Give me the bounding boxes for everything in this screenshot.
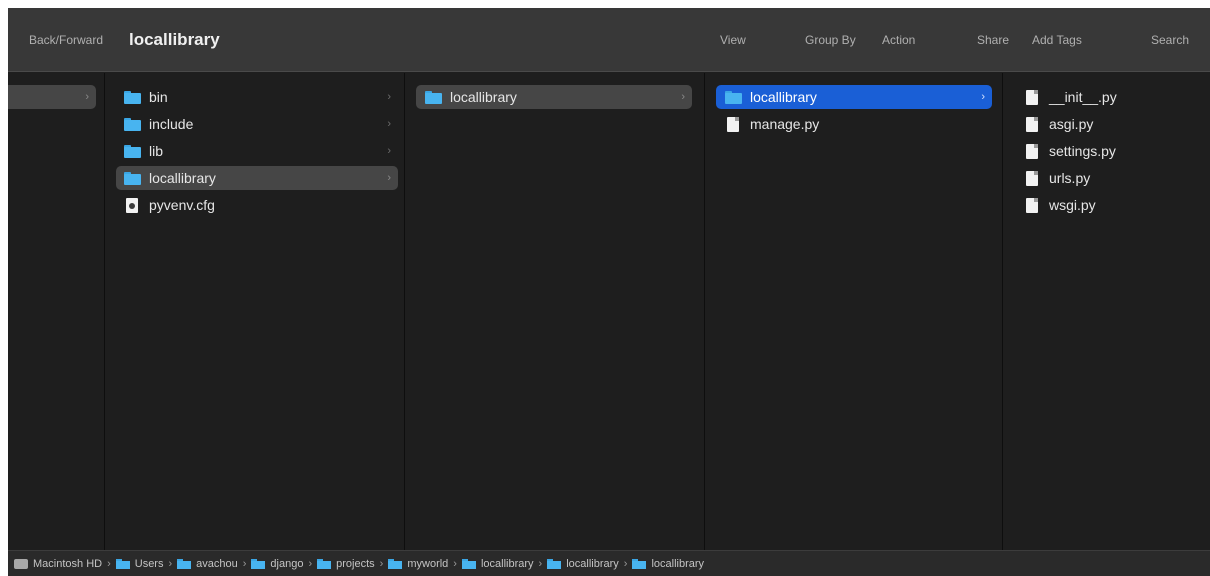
view-button[interactable]: View (720, 32, 746, 48)
path-crumb[interactable]: Users (115, 557, 164, 570)
column-1-selected-row[interactable]: › (8, 85, 96, 109)
folder-icon (388, 558, 403, 569)
action-button[interactable]: Action (882, 32, 915, 48)
folder-icon (425, 90, 442, 104)
path-separator: › (379, 557, 384, 570)
chevron-right-icon: › (85, 91, 89, 103)
list-item-selected[interactable]: locallibrary › (116, 166, 398, 190)
item-label: settings.py (1049, 143, 1116, 159)
item-label: asgi.py (1049, 116, 1094, 132)
path-crumb[interactable]: locallibrary (632, 558, 704, 570)
path-crumb-label: projects (336, 557, 375, 570)
config-file-icon (126, 197, 138, 213)
folder-icon (725, 90, 742, 104)
chevron-right-icon: › (387, 118, 391, 130)
list-item[interactable]: pyvenv.cfg (116, 193, 398, 217)
path-bar: Macintosh HD › Users › avachou › django … (8, 550, 1210, 576)
chevron-right-icon: › (387, 145, 391, 157)
item-label: urls.py (1049, 170, 1091, 186)
chevron-right-icon: › (387, 172, 391, 184)
path-crumb[interactable]: avachou (177, 558, 238, 570)
path-separator: › (107, 557, 111, 570)
path-crumb[interactable]: locallibrary (547, 558, 619, 570)
file-icon (1026, 197, 1038, 213)
column-5[interactable]: __init__.py asgi.py settings.py urls.py … (1003, 73, 1210, 550)
path-crumb-label: Users (134, 557, 164, 570)
item-label: locallibrary (149, 170, 216, 186)
list-item[interactable]: __init__.py (1014, 85, 1204, 109)
path-separator: › (453, 557, 457, 570)
folder-icon (124, 171, 141, 185)
item-label: locallibrary (450, 89, 517, 105)
file-icon (1026, 89, 1038, 105)
column-3[interactable]: locallibrary › (405, 73, 705, 550)
path-crumb-label: Macintosh HD (33, 557, 103, 570)
path-crumb[interactable]: django (251, 558, 303, 570)
list-item[interactable]: asgi.py (1014, 112, 1204, 136)
item-label: locallibrary (750, 89, 817, 105)
path-separator: › (168, 557, 173, 570)
column-browser: › bin › include › lib › locallibrary › p… (8, 73, 1210, 550)
path-crumb-label: locallibrary (651, 557, 705, 570)
path-crumb[interactable]: projects (317, 558, 375, 570)
folder-icon (124, 144, 141, 158)
list-item[interactable]: include › (116, 112, 398, 136)
folder-icon (251, 558, 266, 569)
list-item[interactable]: settings.py (1014, 139, 1204, 163)
file-icon (1026, 143, 1038, 159)
column-4[interactable]: locallibrary › manage.py (705, 73, 1003, 550)
list-item-selected-active[interactable]: locallibrary › (716, 85, 992, 109)
item-label: manage.py (750, 116, 820, 132)
item-label: include (149, 116, 194, 132)
item-label: pyvenv.cfg (149, 197, 215, 213)
chevron-right-icon: › (387, 91, 391, 103)
file-icon (1026, 170, 1038, 186)
path-crumb-label: locallibrary (566, 557, 619, 570)
path-crumb[interactable]: myworld (388, 558, 448, 570)
folder-icon (317, 558, 332, 569)
list-item[interactable]: urls.py (1014, 166, 1204, 190)
file-icon (1026, 116, 1038, 132)
list-item[interactable]: bin › (116, 85, 398, 109)
file-icon (727, 116, 739, 132)
group-by-button[interactable]: Group By (805, 32, 856, 48)
back-forward-button[interactable]: Back/Forward (29, 32, 103, 48)
column-2[interactable]: bin › include › lib › locallibrary › pyv… (105, 73, 405, 550)
toolbar: Back/Forward locallibrary View Group By … (8, 8, 1210, 72)
column-1[interactable]: › (8, 73, 105, 550)
path-crumb[interactable]: locallibrary (461, 557, 534, 570)
item-label: __init__.py (1049, 89, 1117, 105)
path-separator: › (242, 557, 247, 570)
path-separator: › (308, 557, 313, 570)
chevron-right-icon: › (681, 91, 685, 103)
path-crumb-label: avachou (196, 557, 238, 570)
share-button[interactable]: Share (977, 32, 1009, 48)
folder-icon (461, 558, 476, 569)
finder-window: Back/Forward locallibrary View Group By … (8, 8, 1210, 576)
folder-icon (177, 558, 192, 569)
search-button[interactable]: Search (1151, 32, 1189, 48)
list-item[interactable]: wsgi.py (1014, 193, 1204, 217)
chevron-right-icon: › (981, 91, 985, 103)
folder-icon (547, 558, 562, 569)
add-tags-button[interactable]: Add Tags (1032, 32, 1082, 48)
path-crumb-label: django (270, 557, 304, 570)
folder-icon (115, 558, 130, 569)
path-separator: › (538, 557, 543, 570)
window-title: locallibrary (129, 30, 220, 49)
path-crumb-label: myworld (407, 557, 449, 570)
item-label: bin (149, 89, 168, 105)
list-item[interactable]: manage.py (716, 112, 992, 136)
folder-icon (124, 90, 141, 104)
hard-drive-icon (14, 558, 28, 569)
path-crumb-label: locallibrary (480, 557, 534, 570)
folder-icon (124, 117, 141, 131)
item-label: lib (149, 143, 164, 159)
folder-icon (632, 558, 647, 569)
path-crumb[interactable]: Macintosh HD (14, 558, 102, 570)
item-label: wsgi.py (1049, 197, 1096, 213)
path-separator: › (623, 557, 628, 570)
list-item-selected[interactable]: locallibrary › (416, 85, 692, 109)
list-item[interactable]: lib › (116, 139, 398, 163)
